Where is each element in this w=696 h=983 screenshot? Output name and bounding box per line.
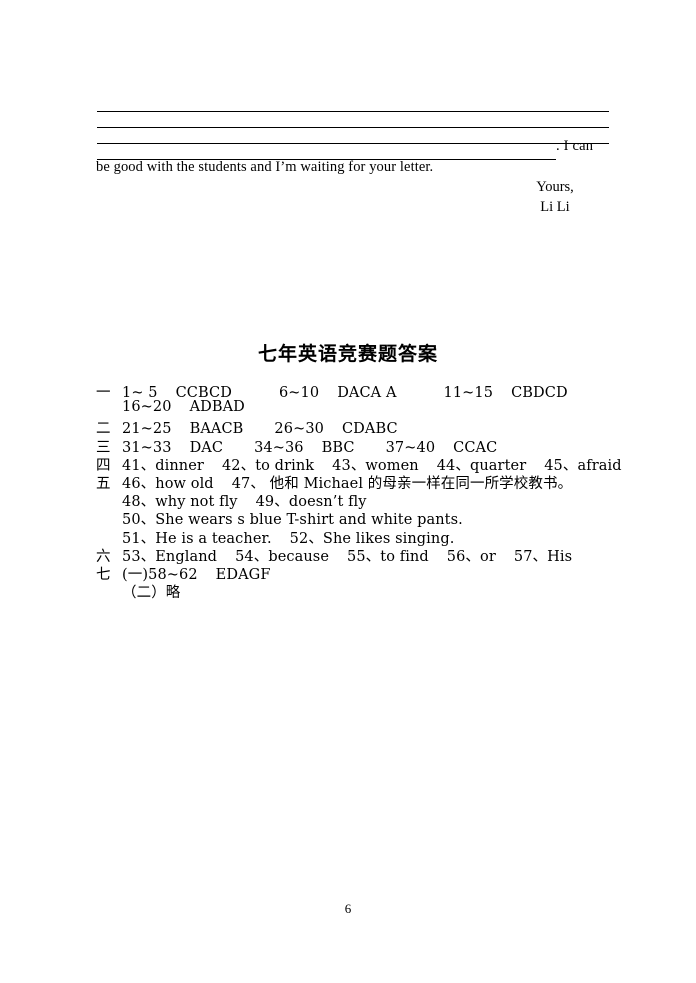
- answer-segment: （二）略: [122, 585, 181, 602]
- answer-row: 一 1~ 5 CCBCD 6~10 DACA A 11~15 CBDCD: [96, 381, 656, 401]
- answer-row-body: （二）略: [122, 581, 656, 602]
- blank-write-line: [97, 128, 609, 144]
- document-page: . I can be good with the students and I’…: [0, 0, 696, 983]
- answer-row: 五 46、how old 47、 他和 Michael 的母亲一样在同一所学校教书。: [96, 472, 656, 492]
- answer-segment: 21~25: [122, 421, 172, 438]
- answer-segment: CDABC: [341, 421, 398, 438]
- answer-section-marker: 七: [96, 566, 111, 583]
- blank-write-line: [97, 112, 609, 128]
- answer-segment: 16~20: [122, 399, 172, 416]
- answer-row: 50、She wears s blue T-shirt and white pa…: [96, 508, 656, 528]
- answer-row: 二 21~25 BAACB 26~30 CDABC: [96, 417, 656, 438]
- answer-section-marker: 五: [96, 475, 111, 492]
- answer-segment: ADBAD: [189, 399, 245, 416]
- page-number: 6: [344, 901, 352, 916]
- answer-row: 16~20 ADBAD: [96, 399, 656, 417]
- letter-closing: Yours,: [536, 179, 574, 195]
- answer-key-list: 一 1~ 5 CCBCD 6~10 DACA A 11~15 CBDCD 16~20 ADBAD…: [96, 381, 656, 602]
- answer-row: 七 (一)58~62 EDAGF: [96, 563, 656, 583]
- letter-blank-lines: [97, 96, 609, 160]
- blank-write-line: [97, 96, 609, 112]
- blank-write-line: [97, 144, 556, 160]
- answer-row: （二）略: [96, 581, 656, 602]
- answer-row-body: 21~25 BAACB 26~30 CDABC: [122, 421, 656, 438]
- letter-signature-name: Li Li: [540, 199, 570, 215]
- answer-row: 48、why not fly 49、doesn’t fly: [96, 490, 656, 510]
- letter-body-text: be good with the students and I’m waitin…: [96, 159, 434, 175]
- answer-section-marker: 一: [96, 385, 111, 401]
- answer-row: 四 41、dinner 42、to drink 43、women 44、quarter 4…: [96, 454, 656, 474]
- answer-segment: BAACB: [189, 421, 244, 438]
- answer-row: 51、He is a teacher. 52、She likes singing.: [96, 527, 656, 547]
- letter-signature-block: Yours, Li Li: [500, 177, 610, 217]
- answer-row-body: 16~20 ADBAD: [122, 399, 656, 416]
- answer-key-title: 七年英语竞赛题答案: [257, 343, 438, 365]
- answer-row: 六 53、England 54、because 55、to find 56、or 57、H…: [96, 545, 656, 565]
- letter-tail-text: . I can: [556, 138, 594, 154]
- answer-segment: 26~30: [274, 421, 324, 438]
